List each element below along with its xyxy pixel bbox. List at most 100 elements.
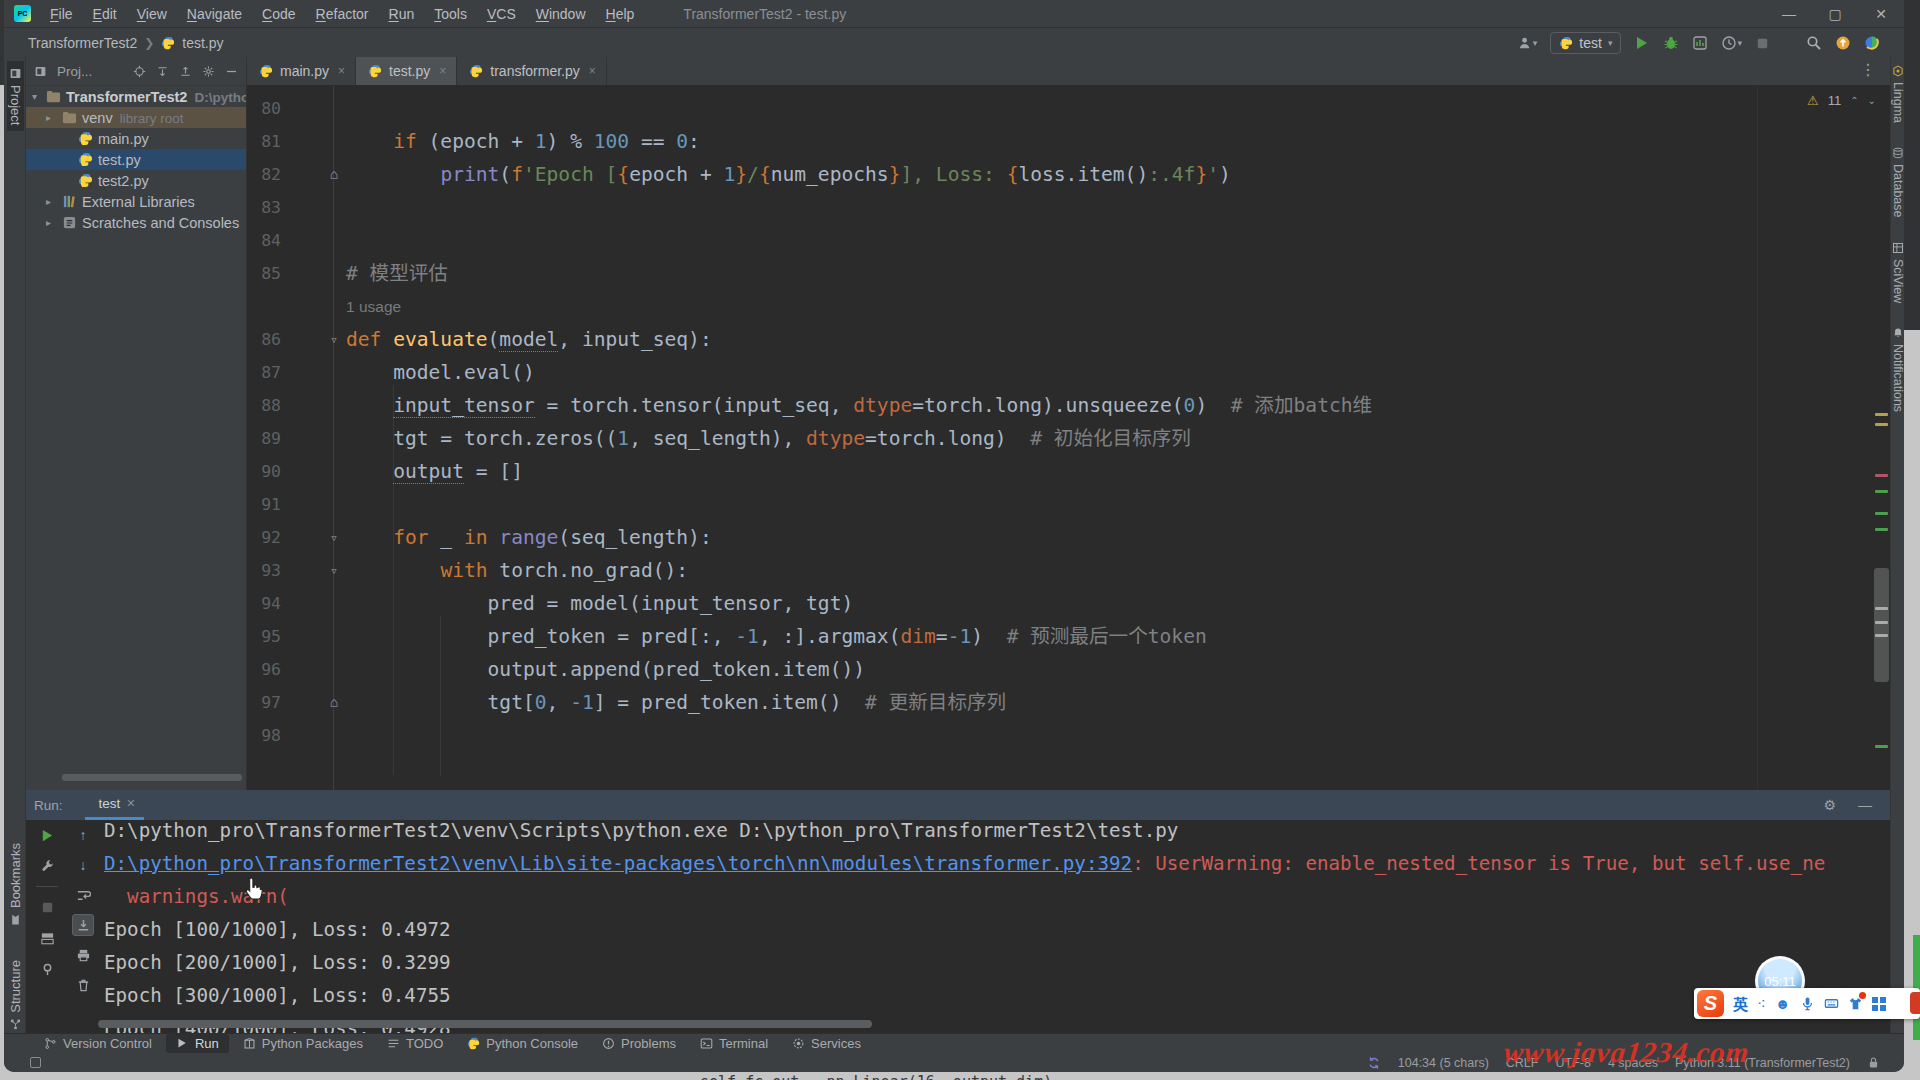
update-notification-icon[interactable] bbox=[1835, 35, 1851, 51]
close-icon[interactable]: × bbox=[439, 64, 446, 78]
editor-tab-main-py[interactable]: main.py× bbox=[247, 57, 356, 85]
toolwindow-button-python-console[interactable]: Python Console bbox=[457, 1034, 588, 1053]
assistant-icon[interactable] bbox=[1864, 35, 1880, 51]
ime-skin-icon[interactable] bbox=[1848, 996, 1863, 1011]
scroll-down-button[interactable]: ↓ bbox=[72, 854, 94, 876]
tree-item-venv[interactable]: ▸venvlibrary root bbox=[26, 107, 246, 128]
status-item[interactable]: 104:34 (5 chars) bbox=[1398, 1056, 1489, 1070]
menu-tools[interactable]: Tools bbox=[425, 4, 476, 24]
next-warning-icon[interactable]: ⌄ bbox=[1868, 95, 1876, 106]
chevron-icon[interactable]: ▾ bbox=[32, 91, 37, 102]
scroll-up-button[interactable]: ↑ bbox=[72, 824, 94, 846]
usage-inlay-hint[interactable]: 1 usage bbox=[346, 290, 401, 323]
tree-item-test-py[interactable]: test.py bbox=[26, 149, 246, 170]
project-header-title[interactable]: Proj... bbox=[57, 64, 92, 79]
prev-warning-icon[interactable]: ⌃ bbox=[1850, 95, 1858, 106]
hide-panel-icon[interactable]: — bbox=[1858, 797, 1872, 813]
settings-icon[interactable] bbox=[202, 65, 215, 78]
toolwindow-button-run[interactable]: Run bbox=[166, 1034, 229, 1053]
menu-code[interactable]: Code bbox=[253, 4, 304, 24]
toolwindow-button-todo[interactable]: TODO bbox=[377, 1034, 453, 1053]
breadcrumb-file[interactable]: test.py bbox=[182, 35, 223, 51]
tree-item-main-py[interactable]: main.py bbox=[26, 128, 246, 149]
tree-item-transformertest2[interactable]: ▾TransformerTest2D:\python bbox=[26, 86, 246, 107]
print-button[interactable] bbox=[72, 944, 94, 966]
minimize-button[interactable]: — bbox=[1766, 6, 1812, 22]
tab-bar-more-icon[interactable]: ⋮ bbox=[1860, 57, 1890, 85]
expand-icon[interactable] bbox=[156, 65, 169, 78]
menu-help[interactable]: Help bbox=[597, 4, 644, 24]
profiler-button[interactable] bbox=[1692, 35, 1708, 51]
code-editor[interactable]: 8081 if (epoch + 1) % 100 == 0:82⌂ print… bbox=[247, 92, 1890, 752]
stripe-tab-notifications[interactable]: Notifications bbox=[1891, 327, 1904, 412]
stripe-tab-project[interactable]: Project bbox=[7, 61, 24, 131]
menu-window[interactable]: Window bbox=[527, 4, 595, 24]
stripe-tab-sciview[interactable]: SciView bbox=[1891, 242, 1904, 303]
tree-item-external-libraries[interactable]: ▸External Libraries bbox=[26, 191, 246, 212]
close-icon[interactable]: ✕ bbox=[126, 797, 135, 810]
run-config-selector[interactable]: test▾ bbox=[1550, 32, 1621, 54]
ime-toolbar[interactable]: S 英 ⁖ ☻ bbox=[1694, 988, 1920, 1019]
lock-icon[interactable] bbox=[1867, 1056, 1880, 1069]
clear-console-button[interactable] bbox=[72, 974, 94, 996]
menu-file[interactable]: File bbox=[41, 4, 82, 24]
soft-wrap-button[interactable] bbox=[72, 884, 94, 906]
ime-grid-icon[interactable] bbox=[1872, 997, 1886, 1011]
stop-button[interactable] bbox=[36, 896, 58, 918]
fold-marker-icon[interactable]: ▿ bbox=[323, 521, 345, 554]
close-button[interactable]: ✕ bbox=[1858, 6, 1904, 22]
restore-layout-button[interactable] bbox=[36, 927, 58, 949]
toolwindow-button-python-packages[interactable]: Python Packages bbox=[233, 1034, 373, 1053]
user-icon[interactable]: ▾ bbox=[1518, 36, 1538, 51]
menu-navigate[interactable]: Navigate bbox=[178, 4, 251, 24]
menu-view[interactable]: View bbox=[128, 4, 176, 24]
run-button[interactable] bbox=[1634, 35, 1650, 51]
pin-tab-button[interactable] bbox=[36, 958, 58, 980]
scroll-to-end-button[interactable] bbox=[72, 914, 94, 936]
fold-marker-icon[interactable]: ⌂ bbox=[323, 158, 345, 191]
ime-language-mode[interactable]: 英 bbox=[1733, 993, 1748, 1014]
fold-marker-icon[interactable]: ⌂ bbox=[323, 686, 345, 719]
editor-tab-test-py[interactable]: test.py× bbox=[356, 57, 457, 85]
console-file-link[interactable]: D:\python_pro\TransformerTest2\venv\Lib\… bbox=[104, 852, 1132, 875]
menu-refactor[interactable]: Refactor bbox=[307, 4, 378, 24]
stop-button[interactable] bbox=[1755, 36, 1770, 51]
sogou-logo-icon[interactable]: S bbox=[1697, 990, 1724, 1017]
toolwindow-button-services[interactable]: Services bbox=[782, 1034, 871, 1053]
edit-config-button[interactable] bbox=[36, 855, 58, 877]
tool-window-switcher-icon[interactable] bbox=[30, 1057, 41, 1068]
ime-emoji-icon[interactable]: ☻ bbox=[1775, 995, 1791, 1012]
toolwindow-button-terminal[interactable]: Terminal bbox=[690, 1034, 778, 1053]
maximize-button[interactable]: ▢ bbox=[1812, 6, 1858, 22]
breadcrumb-project[interactable]: TransformerTest2 bbox=[28, 35, 137, 51]
close-icon[interactable]: × bbox=[338, 64, 345, 78]
ime-keyboard-icon[interactable] bbox=[1824, 996, 1839, 1011]
toolwindow-button-problems[interactable]: Problems bbox=[592, 1034, 686, 1053]
collapse-icon[interactable] bbox=[179, 65, 192, 78]
rerun-button[interactable] bbox=[36, 824, 58, 846]
hide-icon[interactable] bbox=[225, 65, 238, 78]
settings-gear-icon[interactable]: ⚙ bbox=[1823, 797, 1836, 813]
sync-icon[interactable] bbox=[1367, 1056, 1381, 1070]
stripe-tab-lingma[interactable]: Lingma bbox=[1891, 65, 1904, 123]
fold-marker-icon[interactable]: ▿ bbox=[323, 323, 345, 356]
tree-item-test2-py[interactable]: test2.py bbox=[26, 170, 246, 191]
editor-tab-transformer-py[interactable]: transformer.py× bbox=[457, 57, 607, 85]
stripe-tab-structure[interactable]: Structure bbox=[7, 954, 24, 1037]
close-icon[interactable]: × bbox=[589, 64, 596, 78]
tree-item-scratches-and-consoles[interactable]: ▸Scratches and Consoles bbox=[26, 212, 246, 233]
stripe-tab-bookmarks[interactable]: Bookmarks bbox=[7, 837, 24, 932]
debug-button[interactable] bbox=[1663, 35, 1679, 51]
console-output[interactable]: D:\python_pro\TransformerTest2\venv\Scri… bbox=[104, 814, 1880, 1033]
toolwindow-button-version-control[interactable]: Version Control bbox=[34, 1034, 162, 1053]
console-hscrollbar[interactable] bbox=[98, 1020, 872, 1028]
menu-vcs[interactable]: VCS bbox=[478, 4, 525, 24]
stripe-tab-database[interactable]: Database bbox=[1891, 147, 1904, 218]
menu-run[interactable]: Run bbox=[380, 4, 424, 24]
chevron-icon[interactable]: ▸ bbox=[46, 217, 51, 228]
inspection-widget[interactable]: ⚠ 11 ⌃ ⌄ bbox=[1807, 93, 1876, 108]
locate-icon[interactable] bbox=[133, 65, 146, 78]
chevron-icon[interactable]: ▸ bbox=[46, 196, 51, 207]
chevron-icon[interactable]: ▸ bbox=[46, 112, 51, 123]
project-hscrollbar[interactable] bbox=[62, 774, 242, 781]
